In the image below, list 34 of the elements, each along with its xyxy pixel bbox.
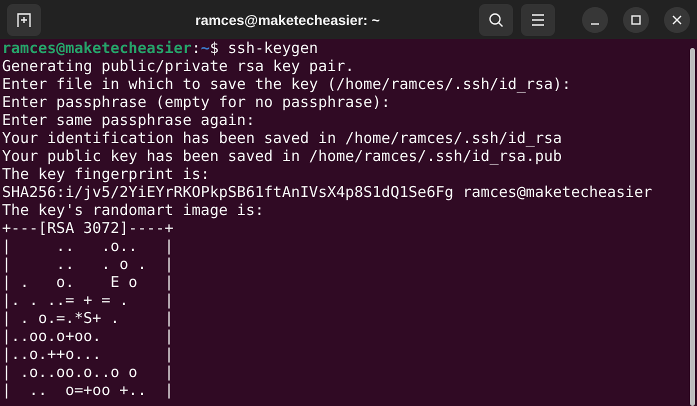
- terminal-output-line: Enter file in which to save the key (/home/ramces/.ssh/id_rsa):: [2, 75, 571, 93]
- terminal-output-line: | .o..oo.o..o o |: [2, 363, 174, 381]
- terminal-output-line: | . o.=.*S+ . |: [2, 309, 174, 327]
- new-tab-button[interactable]: [7, 4, 41, 36]
- minimize-icon: [590, 22, 600, 24]
- terminal-output-line: SHA256:i/jv5/2YiEYrRKOPkpSB61ftAnIVsX4p8S1dQ1Se6Fg ramces@maketecheasier: [2, 183, 652, 201]
- terminal-output-line: | .. o=+oo +.. |: [2, 381, 174, 399]
- search-button[interactable]: [479, 4, 513, 36]
- new-tab-icon: [16, 12, 32, 28]
- close-button[interactable]: [664, 6, 690, 32]
- maximize-button[interactable]: [623, 6, 649, 32]
- menu-button[interactable]: [521, 4, 555, 36]
- terminal-output-line: | . o. E o |: [2, 273, 174, 291]
- minimize-button[interactable]: [582, 6, 608, 32]
- terminal-output-line: Your public key has been saved in /home/ramces/.ssh/id_rsa.pub: [2, 147, 562, 165]
- search-icon: [488, 12, 504, 28]
- prompt-line: ramces@maketecheasier:~$ ssh-keygen: [2, 39, 318, 57]
- terminal-output-line: The key fingerprint is:: [2, 165, 210, 183]
- terminal-output-line: | .. .o.. |: [2, 237, 174, 255]
- terminal-output-line: |. . ..= + = . |: [2, 291, 174, 309]
- maximize-icon: [631, 14, 641, 24]
- window-title: ramces@maketecheasier: ~: [194, 12, 381, 28]
- terminal-output-line: The key's randomart image is:: [2, 201, 264, 219]
- terminal-output-line: |..o.++o... |: [2, 345, 174, 363]
- terminal-output-line: |..oo.o+oo. |: [2, 327, 174, 345]
- terminal-output-line: Enter passphrase (empty for no passphrase):: [2, 93, 390, 111]
- terminal-output-line: +---[RSA 3072]----+: [2, 219, 174, 237]
- terminal-output-line: | .. . o . |: [2, 255, 174, 273]
- menu-icon: [531, 14, 545, 26]
- terminal-output-line: Generating public/private rsa key pair.: [2, 57, 354, 75]
- scrollbar-thumb[interactable]: [690, 48, 695, 406]
- terminal-output-line: Your identification has been saved in /home/ramces/.ssh/id_rsa: [2, 129, 562, 147]
- terminal-output-line: Enter same passphrase again:: [2, 111, 255, 129]
- close-icon: [672, 14, 682, 24]
